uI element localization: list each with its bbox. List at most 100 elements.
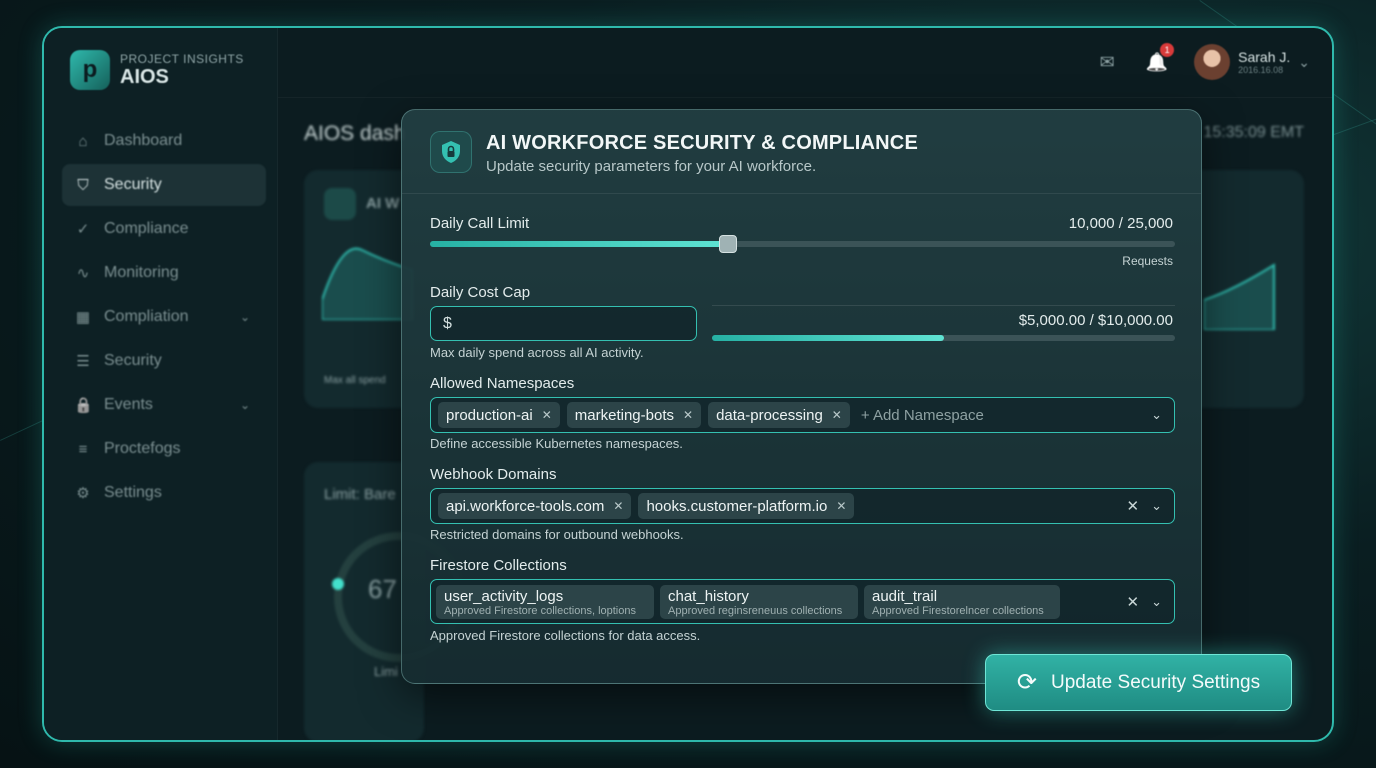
- add-namespace-input[interactable]: + Add Namespace: [861, 407, 984, 424]
- chevron-down-icon[interactable]: ⌄: [1151, 594, 1162, 610]
- currency-symbol: $: [443, 315, 452, 332]
- call-limit-fill: [430, 241, 728, 247]
- cost-cap-fill: [712, 335, 944, 341]
- chevron-down-icon: ⌄: [239, 398, 250, 412]
- daily-call-limit-label: Daily Call Limit: [430, 215, 530, 232]
- tag-chip: production-ai ✕: [438, 402, 560, 428]
- sidebar-item-label: Security: [104, 176, 162, 193]
- tag-label: data-processing: [716, 406, 823, 424]
- sidebar: p PROJECT INSIGHTS AIOS ⌂ Dashboard ⛉ Secur…: [44, 28, 278, 740]
- collection-chip[interactable]: audit_trail Approved Firestorelncer colle…: [864, 584, 1060, 619]
- remove-tag-icon[interactable]: ✕: [836, 499, 846, 513]
- notification-badge: 1: [1160, 43, 1175, 57]
- user-subtext: 2016.16.08: [1238, 65, 1284, 75]
- shield-check-icon: ✓: [76, 221, 90, 238]
- namespaces-label: Allowed Namespaces: [430, 375, 575, 392]
- sidebar-item-label: Settings: [104, 484, 162, 501]
- gauge-caption: Limi: [374, 664, 398, 679]
- sidebar-item-label: Compliance: [104, 220, 189, 237]
- security-modal: AI WORKFORCE SECURITY & COMPLIANCE Updat…: [401, 109, 1202, 684]
- tag-label: hooks.customer-platform.io: [646, 497, 828, 515]
- chevron-down-icon[interactable]: ⌄: [1151, 407, 1162, 423]
- card-title: Limit: Bare: [324, 486, 396, 503]
- remove-tag-icon[interactable]: ✕: [613, 499, 623, 513]
- sidebar-item-label: Security: [104, 352, 162, 369]
- sidebar-item-label: Proctefogs: [104, 440, 181, 457]
- sidebar-item-compliation[interactable]: ▦ Compliation ⌄: [62, 296, 266, 338]
- bell-icon[interactable]: 🔔 1: [1144, 43, 1175, 75]
- clear-icon[interactable]: ✕: [1127, 497, 1140, 515]
- chevron-down-icon: ⌄: [1298, 53, 1310, 70]
- webhooks-hint: Restricted domains for outbound webhooks…: [430, 527, 684, 542]
- modal-subtitle: Update security parameters for your AI w…: [486, 158, 817, 175]
- gauge-dot: [332, 578, 344, 590]
- user-menu[interactable]: Sarah J. 2016.16.08 ⌄: [1194, 44, 1310, 80]
- sidebar-item-security[interactable]: ⛉ Security: [62, 164, 266, 206]
- dashboard-time: 15:35:09 EMT: [1203, 124, 1305, 141]
- message-icon[interactable]: ✉: [1094, 49, 1120, 75]
- shield-icon: ⛉: [77, 176, 89, 194]
- collection-name: user_activity_logs: [444, 587, 564, 605]
- daily-call-limit-value: 10,000 / 25,000: [1068, 215, 1173, 232]
- logo[interactable]: p PROJECT INSIGHTS AIOS: [70, 50, 244, 90]
- collection-chip[interactable]: chat_history Approved reginsreneuus colle…: [660, 584, 858, 619]
- user-name: Sarah J.: [1238, 49, 1291, 65]
- namespaces-select[interactable]: production-ai ✕ marketing-bots ✕ data-proces…: [430, 397, 1175, 433]
- sidebar-item-label: Compliation: [104, 308, 189, 325]
- webhooks-label: Webhook Domains: [430, 466, 557, 483]
- sidebar-item-proctefogs[interactable]: ≡ Proctefogs: [62, 428, 266, 470]
- search-icon: [324, 188, 356, 220]
- tag-label: api.workforce-tools.com: [446, 497, 605, 515]
- database-icon: ≡: [78, 440, 88, 458]
- tag-label: production-ai: [446, 406, 533, 424]
- refresh-icon: ⟳: [1016, 669, 1037, 696]
- sidebar-item-settings[interactable]: ⚙ Settings: [62, 472, 266, 514]
- cost-cap-input[interactable]: $: [430, 306, 697, 341]
- call-limit-unit: Requests: [1122, 254, 1173, 268]
- tag-chip: marketing-bots ✕: [566, 402, 702, 428]
- tag-chip: hooks.customer-platform.io ✕: [638, 493, 855, 519]
- sidebar-item-security[interactable]: ☰ Security: [62, 340, 266, 382]
- cost-cap-hint: Max daily spend across all AI activity.: [430, 345, 644, 360]
- chevron-down-icon: ⌄: [239, 310, 250, 324]
- call-limit-slider[interactable]: [430, 235, 1175, 253]
- logo-mark: p: [70, 50, 110, 90]
- sidebar-item-label: Monitoring: [104, 264, 179, 281]
- pulse-icon: ∿: [76, 265, 90, 282]
- modal-header: AI WORKFORCE SECURITY & COMPLIANCE Updat…: [402, 110, 1201, 194]
- sidebar-item-events[interactable]: 🔒 Events ⌄: [62, 384, 266, 426]
- call-limit-slider-thumb[interactable]: [719, 235, 737, 253]
- logo-title: AIOS: [120, 65, 169, 88]
- tag-chip: data-processing ✕: [708, 402, 850, 428]
- collection-description: Approved reginsreneuus collections: [668, 604, 843, 617]
- sidebar-item-compliance[interactable]: ✓ Compliance: [62, 208, 266, 250]
- update-security-settings-button[interactable]: ⟳ Update Security Settings: [985, 654, 1292, 711]
- list-icon: ☰: [76, 353, 90, 370]
- shield-lock-icon: [430, 131, 472, 173]
- tag-label: marketing-bots: [574, 406, 674, 424]
- daily-cost-cap-label: Daily Cost Cap: [430, 284, 531, 301]
- webhooks-select[interactable]: api.workforce-tools.com ✕ hooks.customer-p…: [430, 488, 1175, 524]
- collection-chip[interactable]: user_activity_logs Approved Firestore col…: [436, 584, 654, 619]
- gauge-value: 67: [368, 574, 397, 604]
- avatar: [1194, 44, 1231, 80]
- chevron-down-icon[interactable]: ⌄: [1151, 498, 1162, 514]
- firestore-label: Firestore Collections: [430, 557, 567, 574]
- card-title: AI W: [366, 195, 400, 212]
- remove-tag-icon[interactable]: ✕: [683, 408, 693, 422]
- lock-icon: 🔒: [74, 397, 93, 414]
- sidebar-nav: ⌂ Dashboard ⛉ Security ✓ Compliance ∿ Monitorin…: [62, 120, 266, 516]
- gear-icon: ⚙: [76, 485, 90, 502]
- sidebar-item-label: Dashboard: [104, 132, 183, 149]
- clear-icon[interactable]: ✕: [1127, 593, 1140, 611]
- collection-name: chat_history: [668, 587, 749, 605]
- sidebar-item-label: Events: [104, 396, 153, 413]
- update-button-label: Update Security Settings: [1050, 671, 1261, 693]
- divider: [712, 305, 1175, 306]
- remove-tag-icon[interactable]: ✕: [542, 408, 552, 422]
- firestore-select[interactable]: user_activity_logs Approved Firestore col…: [430, 579, 1175, 624]
- sidebar-item-monitoring[interactable]: ∿ Monitoring: [62, 252, 266, 294]
- sidebar-item-dashboard[interactable]: ⌂ Dashboard: [62, 120, 266, 162]
- modal-title: AI WORKFORCE SECURITY & COMPLIANCE: [486, 132, 918, 154]
- remove-tag-icon[interactable]: ✕: [832, 408, 842, 422]
